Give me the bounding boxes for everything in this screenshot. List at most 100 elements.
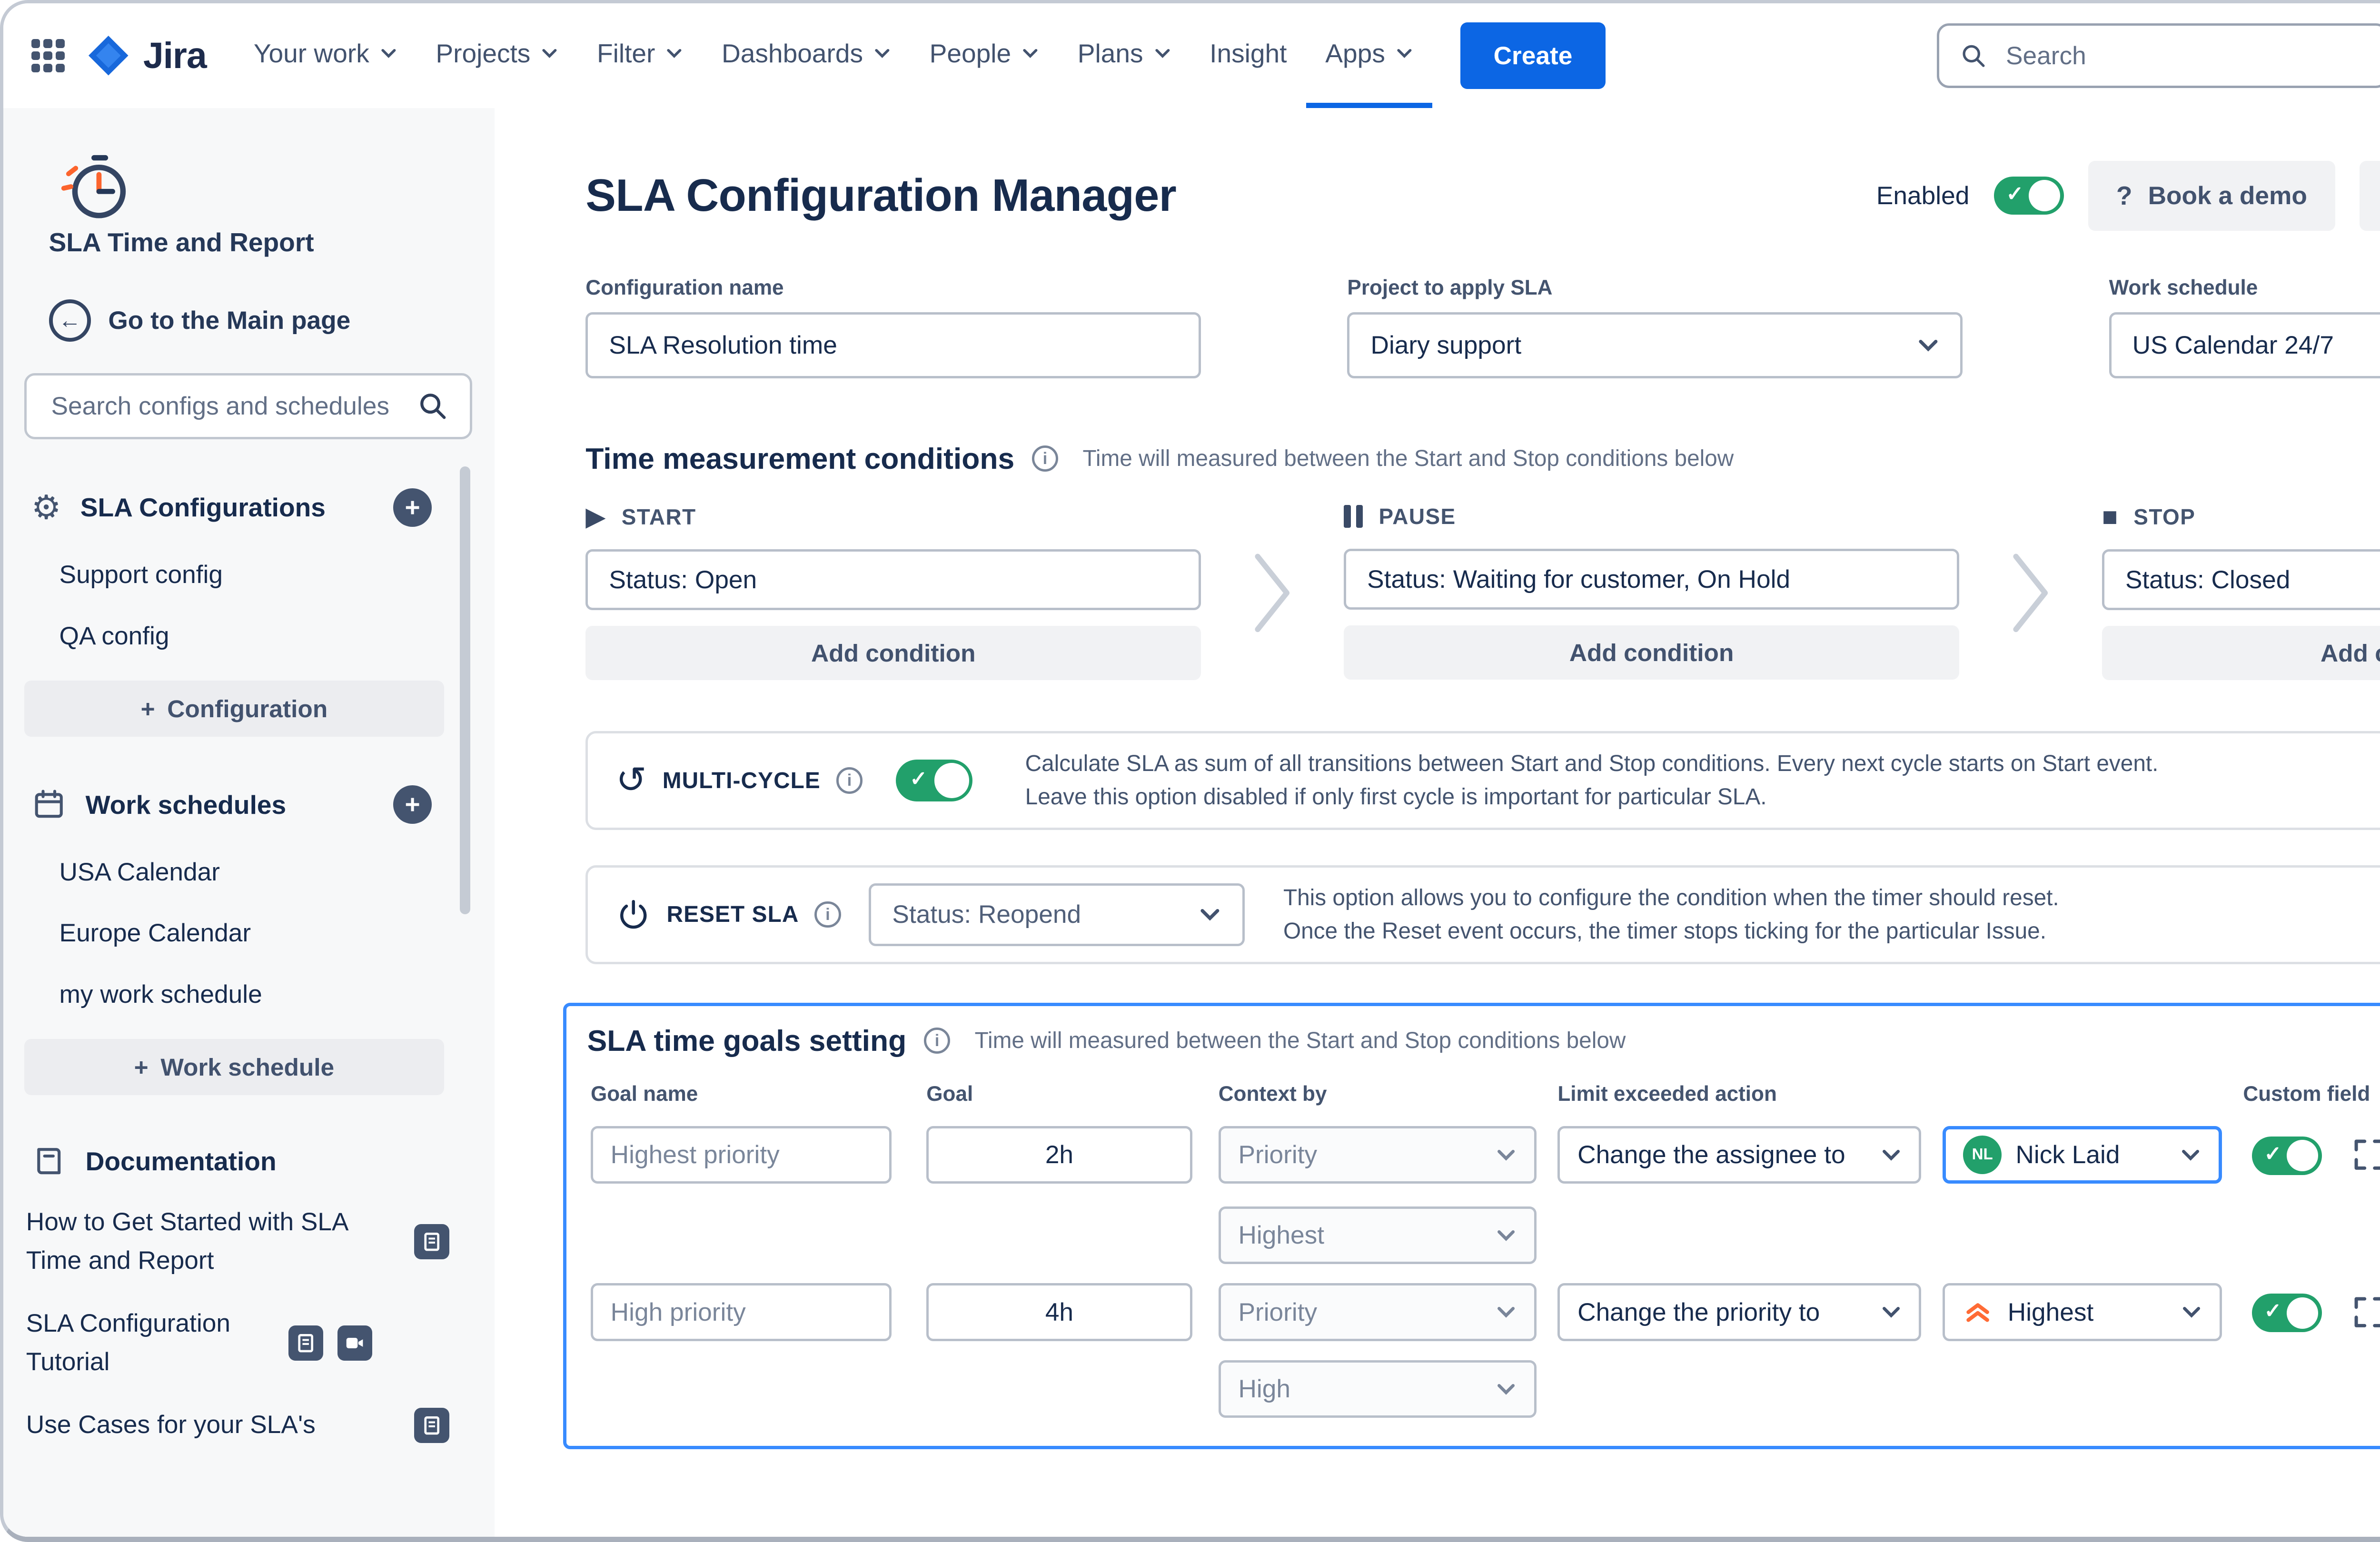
goal-name-input[interactable] xyxy=(591,1126,892,1184)
add-configuration-icon-button[interactable]: + xyxy=(393,488,432,527)
priority-select[interactable]: Highest xyxy=(1943,1283,2222,1341)
reset-sla-panel: RESET SLA i Status: Reopend This option … xyxy=(585,865,2380,964)
expand-button[interactable] xyxy=(2350,1135,2380,1175)
app-switcher-icon[interactable] xyxy=(31,39,65,72)
pause-add-condition-button[interactable]: Add condition xyxy=(1344,625,1959,680)
jira-logo-icon xyxy=(86,33,131,79)
multi-cycle-toggle[interactable]: ✓ xyxy=(896,760,973,801)
configuration-form: Configuration name Project to apply SLA … xyxy=(585,276,2380,378)
goal-value-input[interactable] xyxy=(926,1126,1192,1184)
context-value-select[interactable]: Highest xyxy=(1219,1206,1537,1264)
reset-sla-label: RESET SLA xyxy=(667,901,799,928)
nav-insight[interactable]: Insight xyxy=(1190,3,1306,108)
sidebar-item-usa-calendar[interactable]: USA Calendar xyxy=(60,841,495,903)
time-conditions-title: Time measurement conditions xyxy=(585,442,1014,476)
context-value-select[interactable]: High xyxy=(1219,1360,1537,1418)
goal-name-input[interactable] xyxy=(591,1283,892,1341)
nav-apps[interactable]: Apps xyxy=(1306,3,1432,108)
plus-icon: + xyxy=(134,1053,149,1081)
expand-icon xyxy=(2350,1135,2380,1175)
global-search-input[interactable] xyxy=(2003,40,2365,72)
add-work-schedule-button[interactable]: + Work schedule xyxy=(24,1039,444,1095)
book-a-demo-button[interactable]: ? Book a demo xyxy=(2088,161,2335,231)
goals-column-headers: Goal name Goal Context by Limit exceeded… xyxy=(587,1082,2380,1108)
sidebar-search-input[interactable] xyxy=(48,390,417,422)
context-by-select[interactable]: Priority xyxy=(1219,1126,1537,1184)
sidebar-scrollbar[interactable] xyxy=(460,466,470,914)
expand-button[interactable] xyxy=(2350,1292,2380,1332)
start-add-condition-button[interactable]: Add condition xyxy=(585,626,1201,680)
add-configuration-button[interactable]: + Configuration xyxy=(24,681,444,737)
info-icon[interactable]: i xyxy=(1032,445,1058,472)
setup-wizard-button[interactable]: Setup Wizard xyxy=(2360,161,2380,231)
enabled-toggle[interactable]: ✓ xyxy=(1994,177,2064,215)
sidebar-item-my-work-schedule[interactable]: my work schedule xyxy=(60,964,495,1025)
check-icon: ✓ xyxy=(2264,1299,2281,1323)
history-icon: ↺ xyxy=(616,762,647,799)
info-icon[interactable]: i xyxy=(836,767,863,793)
doc-page-icon xyxy=(414,1224,449,1259)
work-schedule-select[interactable]: US Calendar 24/7 xyxy=(2109,312,2380,379)
nav-filter[interactable]: Filter xyxy=(578,3,703,108)
custom-field-toggle[interactable]: ✓ xyxy=(2252,1137,2322,1175)
chevron-down-icon xyxy=(1881,1305,1902,1319)
page-header-actions: Enabled ✓ ? Book a demo Setup Wizard ⋮ xyxy=(1876,161,2380,231)
add-schedule-icon-button[interactable]: + xyxy=(393,785,432,824)
chevron-down-icon xyxy=(380,47,397,59)
time-conditions-header: Time measurement conditions i Time will … xyxy=(585,442,2380,476)
reset-condition-select[interactable]: Status: Reopend xyxy=(869,883,1245,946)
assignee-avatar: NL xyxy=(1963,1136,2002,1174)
nav-people[interactable]: People xyxy=(910,3,1058,108)
nav-plans[interactable]: Plans xyxy=(1058,3,1190,108)
chevron-down-icon xyxy=(1496,1382,1517,1396)
sla-time-goals-panel: SLA time goals setting i Time will measu… xyxy=(563,1003,2380,1449)
doc-item-tutorial[interactable]: SLA Configuration Tutorial xyxy=(26,1305,449,1382)
work-schedules-header: Work schedules + xyxy=(31,785,432,824)
sidebar-item-europe-calendar[interactable]: Europe Calendar xyxy=(60,903,495,964)
nav-dashboards[interactable]: Dashboards xyxy=(703,3,911,108)
goal-row-2-context: High xyxy=(587,1360,2380,1418)
doc-item-use-cases[interactable]: Use Cases for your SLA's xyxy=(26,1406,449,1444)
pause-condition-input[interactable] xyxy=(1344,549,1959,610)
sidebar-item-support-config[interactable]: Support config xyxy=(60,544,495,606)
doc-item-get-started[interactable]: How to Get Started with SLA Time and Rep… xyxy=(26,1203,449,1280)
search-icon xyxy=(417,390,448,422)
project-field: Project to apply SLA Diary support xyxy=(1347,276,1963,378)
app-name: SLA Time and Report xyxy=(49,227,495,257)
app-body: SLA Time and Report ← Go to the Main pag… xyxy=(3,108,2380,1537)
sla-configurations-header: ⚙ SLA Configurations + xyxy=(31,488,432,527)
nav-projects[interactable]: Projects xyxy=(416,3,578,108)
stop-condition-input[interactable] xyxy=(2102,549,2380,611)
chevron-down-icon xyxy=(1496,1148,1517,1162)
go-to-main-page-link[interactable]: ← Go to the Main page xyxy=(49,299,495,341)
schedule-list: USA Calendar Europe Calendar my work sch… xyxy=(3,841,495,1025)
sidebar-item-qa-config[interactable]: QA config xyxy=(60,605,495,667)
check-icon: ✓ xyxy=(2264,1142,2281,1166)
jira-logo[interactable]: Jira xyxy=(86,33,207,79)
start-condition-input[interactable] xyxy=(585,549,1201,611)
assignee-select[interactable]: NL Nick Laid xyxy=(1943,1126,2222,1184)
stop-add-condition-button[interactable]: Add condition xyxy=(2102,626,2380,680)
configuration-name-input[interactable] xyxy=(585,312,1201,379)
sidebar-search[interactable] xyxy=(24,373,472,440)
create-button[interactable]: Create xyxy=(1460,22,1606,89)
project-select[interactable]: Diary support xyxy=(1347,312,1963,379)
chevron-down-icon xyxy=(1154,47,1171,59)
limit-exceeded-action-header: Limit exceeded action xyxy=(1557,1082,1777,1106)
nav-your-work[interactable]: Your work xyxy=(234,3,416,108)
sidebar: SLA Time and Report ← Go to the Main pag… xyxy=(3,108,495,1537)
goal-value-input[interactable] xyxy=(926,1283,1192,1341)
limit-action-select[interactable]: Change the assignee to xyxy=(1557,1126,1921,1184)
chevron-down-icon xyxy=(2181,1305,2202,1319)
config-list: Support config QA config xyxy=(3,544,495,667)
custom-field-toggle[interactable]: ✓ xyxy=(2252,1294,2322,1332)
video-icon xyxy=(337,1325,372,1360)
context-by-select[interactable]: Priority xyxy=(1219,1283,1537,1341)
limit-action-select[interactable]: Change the priority to xyxy=(1557,1283,1921,1341)
back-arrow-icon: ← xyxy=(49,299,91,341)
global-search[interactable] xyxy=(1937,23,2380,88)
info-icon[interactable]: i xyxy=(924,1028,950,1054)
page-title: SLA Configuration Manager xyxy=(585,170,1176,222)
info-icon[interactable]: i xyxy=(814,901,841,928)
chevron-down-icon xyxy=(1881,1148,1902,1162)
